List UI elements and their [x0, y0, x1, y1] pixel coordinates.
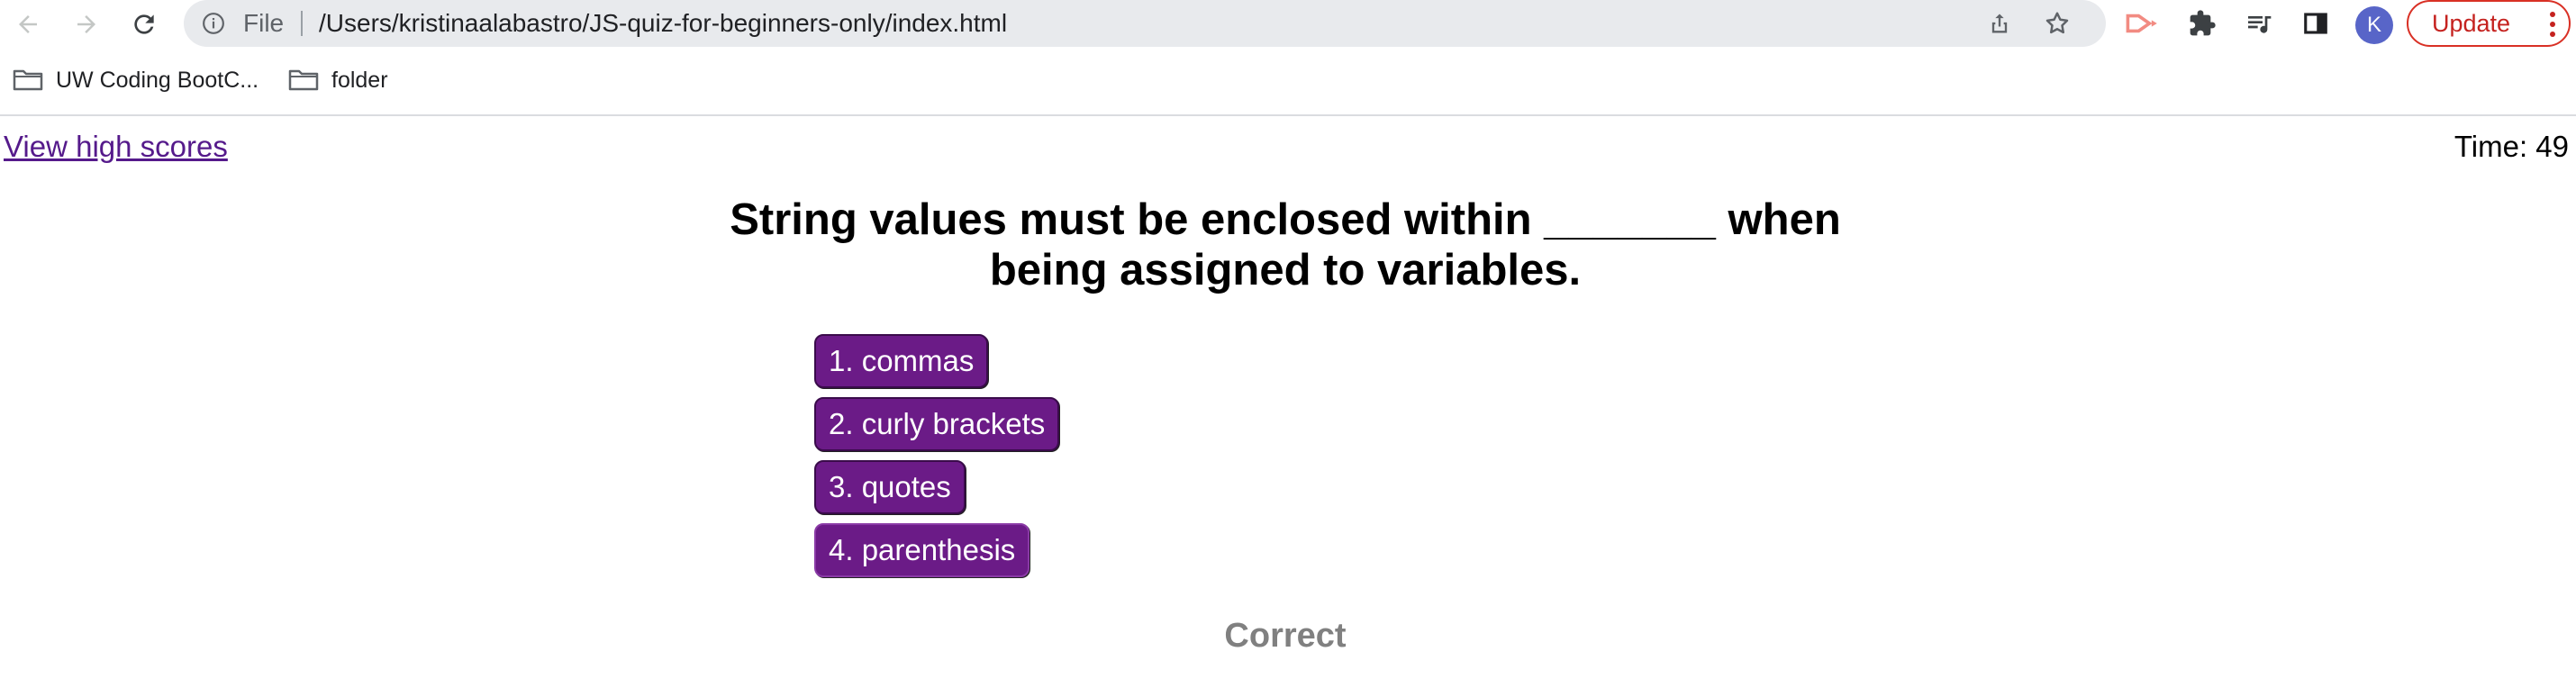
- reload-button[interactable]: [125, 5, 163, 43]
- answer-list: 1. commas 2. curly brackets 3. quotes 4.…: [814, 334, 1060, 586]
- url-text[interactable]: /Users/kristinaalabastro/JS-quiz-for-beg…: [319, 9, 1007, 38]
- arrow-left-icon: [19, 15, 37, 33]
- scheme-label: File: [243, 9, 285, 37]
- answer-button-commas[interactable]: 1. commas: [814, 334, 989, 388]
- side-panel-icon: [2304, 13, 2327, 34]
- bookmark-item[interactable]: folder: [288, 59, 388, 101]
- bookmark-label: folder: [331, 67, 388, 93]
- more-vertical-icon: [2550, 12, 2555, 37]
- quiz-page: View high scores Time: 49 String values …: [0, 116, 2576, 697]
- bookmark-star-button[interactable]: [2043, 9, 2072, 38]
- update-label: Update: [2432, 9, 2511, 37]
- cast-extension-icon: [2126, 14, 2157, 33]
- omnibox-divider: [301, 11, 303, 36]
- folder-icon: [288, 69, 319, 91]
- answer-feedback: Correct: [1224, 617, 1347, 655]
- answer-button-curly-brackets[interactable]: 2. curly brackets: [814, 397, 1060, 451]
- playlist-icon: [2248, 16, 2272, 33]
- share-button[interactable]: [1985, 9, 2014, 38]
- browser-toolbar: File /Users/kristinaalabastro/JS-quiz-fo…: [0, 0, 2576, 49]
- bookmarks-bar: UW Coding BootC... folder: [0, 59, 2576, 101]
- info-icon[interactable]: [202, 12, 225, 35]
- view-high-scores-link[interactable]: View high scores: [4, 129, 228, 165]
- bookmark-label: UW Coding BootC...: [56, 67, 259, 93]
- address-bar[interactable]: File /Users/kristinaalabastro/JS-quiz-fo…: [184, 0, 2106, 47]
- forward-button[interactable]: [68, 5, 105, 43]
- reading-list-button[interactable]: [2243, 7, 2275, 40]
- answer-button-quotes[interactable]: 3. quotes: [814, 460, 966, 514]
- update-button[interactable]: Update: [2407, 0, 2571, 47]
- answer-button-parenthesis[interactable]: 4. parenthesis: [814, 523, 1030, 577]
- timer: Time: 49: [2454, 130, 2569, 163]
- share-icon: [1991, 14, 2008, 33]
- extensions-menu-button[interactable]: [2186, 7, 2218, 40]
- extension-button[interactable]: [2126, 7, 2158, 40]
- browser-chrome: File /Users/kristinaalabastro/JS-quiz-fo…: [0, 0, 2576, 116]
- back-button[interactable]: [9, 5, 47, 43]
- bookmark-item[interactable]: UW Coding BootC...: [13, 59, 259, 101]
- puzzle-icon: [2190, 10, 2216, 36]
- star-icon: [2045, 12, 2069, 34]
- side-panel-button[interactable]: [2299, 7, 2332, 40]
- profile-avatar[interactable]: K: [2355, 6, 2393, 44]
- arrow-right-icon: [77, 15, 95, 33]
- question-text: String values must be enclosed within __…: [730, 195, 1841, 294]
- folder-icon: [13, 69, 43, 91]
- reload-icon: [134, 14, 154, 34]
